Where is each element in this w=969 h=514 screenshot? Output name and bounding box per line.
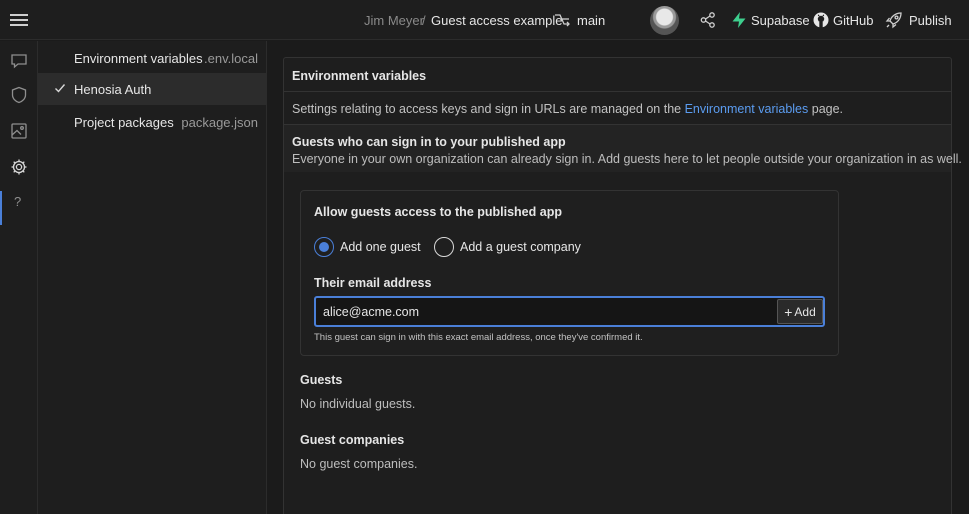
gear-icon[interactable]: [10, 158, 28, 176]
add-guest-company-radio[interactable]: [434, 237, 454, 257]
email-field[interactable]: [314, 296, 825, 327]
branch-name[interactable]: main: [577, 13, 605, 28]
settings-item-label: Henosia Auth: [74, 82, 152, 97]
add-one-guest-radio[interactable]: [314, 237, 334, 257]
card-title: Allow guests access to the published app: [314, 205, 562, 219]
allow-guests-card: Allow guests access to the published app…: [300, 190, 839, 356]
chat-icon[interactable]: [10, 52, 28, 70]
settings-item-meta: .env.local: [204, 51, 258, 66]
guests-empty-state: No individual guests.: [300, 397, 416, 411]
breadcrumb-separator: /: [422, 13, 426, 28]
github-icon[interactable]: [812, 11, 830, 29]
email-hint: This guest can sign in with this exact e…: [314, 332, 643, 343]
github-button[interactable]: GitHub: [833, 13, 873, 28]
guests-section-header: Guests who can sign in to your published…: [284, 124, 962, 172]
guest-companies-title: Guest companies: [300, 433, 405, 447]
breadcrumb-project[interactable]: Guest access example: [431, 13, 563, 28]
image-icon[interactable]: [10, 122, 28, 140]
section-title: Guests who can sign in to your published…: [292, 135, 566, 149]
section-subtitle: Everyone in your own organization can al…: [292, 152, 962, 166]
settings-list: Environment variables .env.local Henosia…: [38, 41, 267, 514]
shield-icon[interactable]: [10, 86, 28, 104]
environment-variables-link[interactable]: Environment variables: [685, 102, 809, 116]
rocket-icon[interactable]: [885, 11, 903, 29]
guest-companies-empty-state: No guest companies.: [300, 457, 418, 471]
email-field-label: Their email address: [314, 276, 432, 290]
panel-description: Settings relating to access keys and sig…: [292, 102, 843, 116]
supabase-button[interactable]: Supabase: [751, 13, 810, 28]
panel-description-text: Settings relating to access keys and sig…: [292, 102, 685, 116]
plus-icon: +: [784, 303, 793, 320]
settings-item-label: Environment variables: [74, 51, 203, 66]
breadcrumb-owner[interactable]: Jim Meyer: [364, 13, 424, 28]
settings-item-project-packages[interactable]: Project packages package.json: [38, 106, 267, 138]
settings-item-label: Project packages: [74, 115, 174, 130]
top-bar: Jim Meyer / Guest access example main Su…: [0, 0, 969, 40]
active-indicator: [0, 191, 2, 225]
check-icon: [55, 84, 66, 93]
supabase-icon[interactable]: [730, 11, 748, 29]
auth-settings-panel: Environment variables Settings relating …: [283, 57, 962, 514]
settings-item-henosia-auth[interactable]: Henosia Auth: [38, 73, 267, 105]
panel-header: Environment variables: [284, 58, 951, 92]
activity-rail: ?: [0, 41, 38, 514]
settings-item-environment-variables[interactable]: Environment variables .env.local: [38, 42, 267, 74]
guests-title: Guests: [300, 373, 343, 387]
menu-icon[interactable]: [10, 14, 28, 26]
add-button-label: Add: [794, 304, 816, 319]
add-one-guest-label[interactable]: Add one guest: [340, 240, 421, 254]
publish-button[interactable]: Publish: [909, 13, 952, 28]
add-guest-button[interactable]: + Add: [777, 299, 823, 324]
add-guest-company-label[interactable]: Add a guest company: [460, 240, 581, 254]
help-icon[interactable]: ?: [14, 194, 21, 209]
panel-description-tail: page.: [808, 102, 844, 116]
share-icon[interactable]: [699, 11, 717, 29]
panel-title: Environment variables: [292, 69, 427, 83]
settings-item-meta: package.json: [181, 115, 258, 130]
avatar[interactable]: [650, 6, 679, 35]
branch-icon: [555, 14, 570, 27]
